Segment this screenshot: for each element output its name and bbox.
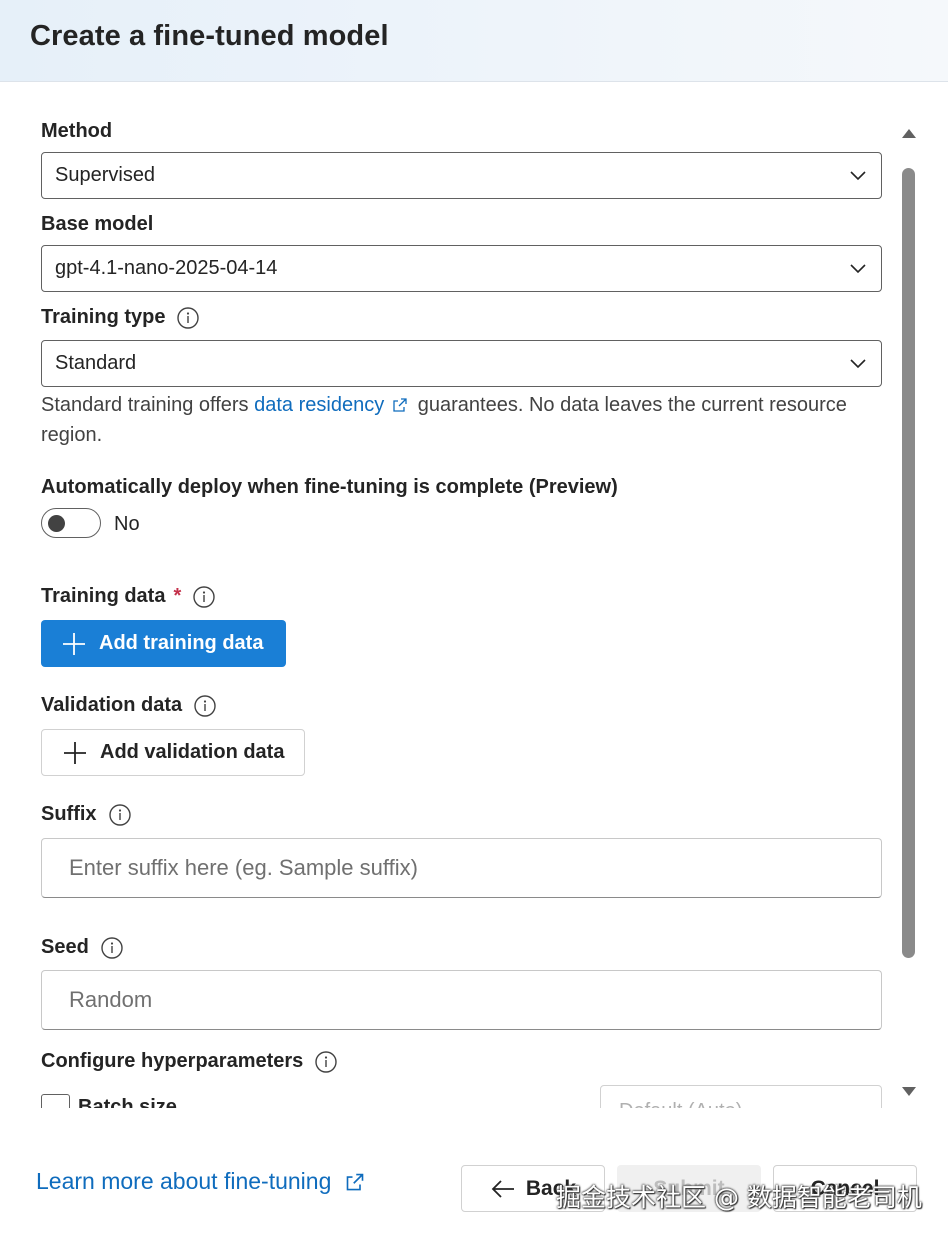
chevron-down-icon xyxy=(850,171,866,181)
learn-more-text: Learn more about fine-tuning xyxy=(36,1168,332,1194)
scroll-up-arrow-icon[interactable] xyxy=(901,127,917,139)
method-label: Method xyxy=(41,120,112,143)
dialog-title: Create a fine-tuned model xyxy=(30,20,389,52)
validation-data-label: Validation data xyxy=(41,694,216,717)
base-model-label-text: Base model xyxy=(41,213,154,235)
auto-deploy-state: No xyxy=(114,513,140,535)
info-icon[interactable] xyxy=(108,803,131,826)
add-validation-data-button[interactable]: Add validation data xyxy=(41,729,305,776)
auto-deploy-label-text: Automatically deploy when fine-tuning is… xyxy=(41,476,618,498)
training-type-select[interactable]: Standard xyxy=(41,340,882,387)
dialog-header: Create a fine-tuned model xyxy=(0,0,948,82)
base-model-value: gpt-4.1-nano-2025-04-14 xyxy=(55,257,278,279)
toggle-knob xyxy=(48,515,65,532)
add-validation-data-label: Add validation data xyxy=(100,741,285,763)
base-model-label: Base model xyxy=(41,213,153,236)
scrollbar-thumb[interactable] xyxy=(902,168,915,958)
batch-size-input[interactable]: Default (Auto) xyxy=(600,1085,882,1108)
training-type-label-text: Training type xyxy=(41,306,166,328)
add-training-data-button[interactable]: Add training data xyxy=(41,620,286,667)
watermark-text: 掘金技术社区 @ 数据智能老司机 xyxy=(556,1183,922,1212)
hyperparameters-label: Configure hyperparameters xyxy=(41,1050,337,1073)
method-select[interactable]: Supervised xyxy=(41,152,882,199)
hyperparameters-label-text: Configure hyperparameters xyxy=(41,1050,304,1072)
required-asterisk: * xyxy=(173,585,182,607)
auto-deploy-label: Automatically deploy when fine-tuning is… xyxy=(41,476,618,499)
info-icon[interactable] xyxy=(177,306,200,329)
info-icon[interactable] xyxy=(101,936,123,959)
batch-size-checkbox[interactable] xyxy=(41,1094,70,1108)
suffix-label: Suffix xyxy=(41,803,131,826)
training-type-helper: Standard training offers data residency … xyxy=(41,390,891,450)
suffix-placeholder: Enter suffix here (eg. Sample suffix) xyxy=(69,855,418,880)
training-type-label: Training type xyxy=(41,306,200,329)
plus-icon xyxy=(64,741,86,764)
add-training-data-label: Add training data xyxy=(99,632,264,654)
arrow-left-icon xyxy=(491,1179,514,1198)
method-value: Supervised xyxy=(55,164,156,186)
seed-placeholder: Random xyxy=(69,987,153,1012)
helper-text-before: Standard training offers xyxy=(41,394,249,416)
method-label-text: Method xyxy=(41,120,113,142)
info-icon[interactable] xyxy=(194,694,216,717)
learn-more-link[interactable]: Learn more about fine-tuning xyxy=(36,1168,369,1195)
plus-icon xyxy=(63,632,85,655)
base-model-select[interactable]: gpt-4.1-nano-2025-04-14 xyxy=(41,245,882,292)
scroll-down-arrow-icon[interactable] xyxy=(901,1086,917,1098)
external-link-icon xyxy=(393,398,407,412)
auto-deploy-toggle[interactable] xyxy=(41,508,101,538)
training-data-label-text: Training data xyxy=(41,585,166,607)
suffix-input[interactable]: Enter suffix here (eg. Sample suffix) xyxy=(41,838,882,898)
seed-input[interactable]: Random xyxy=(41,970,882,1030)
external-link-icon xyxy=(347,1173,364,1190)
info-icon[interactable] xyxy=(193,585,215,608)
validation-data-label-text: Validation data xyxy=(41,694,183,716)
suffix-label-text: Suffix xyxy=(41,803,97,825)
seed-label: Seed xyxy=(41,936,123,959)
info-icon[interactable] xyxy=(315,1050,337,1073)
training-data-label: Training data * xyxy=(41,585,215,608)
batch-size-placeholder: Default (Auto) xyxy=(619,1100,742,1108)
chevron-down-icon xyxy=(850,264,866,274)
dialog-body: Method Supervised Base model gpt-4.1-nan… xyxy=(0,82,948,1108)
data-residency-link[interactable]: data residency xyxy=(254,394,384,416)
seed-label-text: Seed xyxy=(41,936,89,958)
training-type-value: Standard xyxy=(55,352,137,374)
batch-size-label: Batch size xyxy=(78,1096,177,1108)
chevron-down-icon xyxy=(850,359,866,369)
